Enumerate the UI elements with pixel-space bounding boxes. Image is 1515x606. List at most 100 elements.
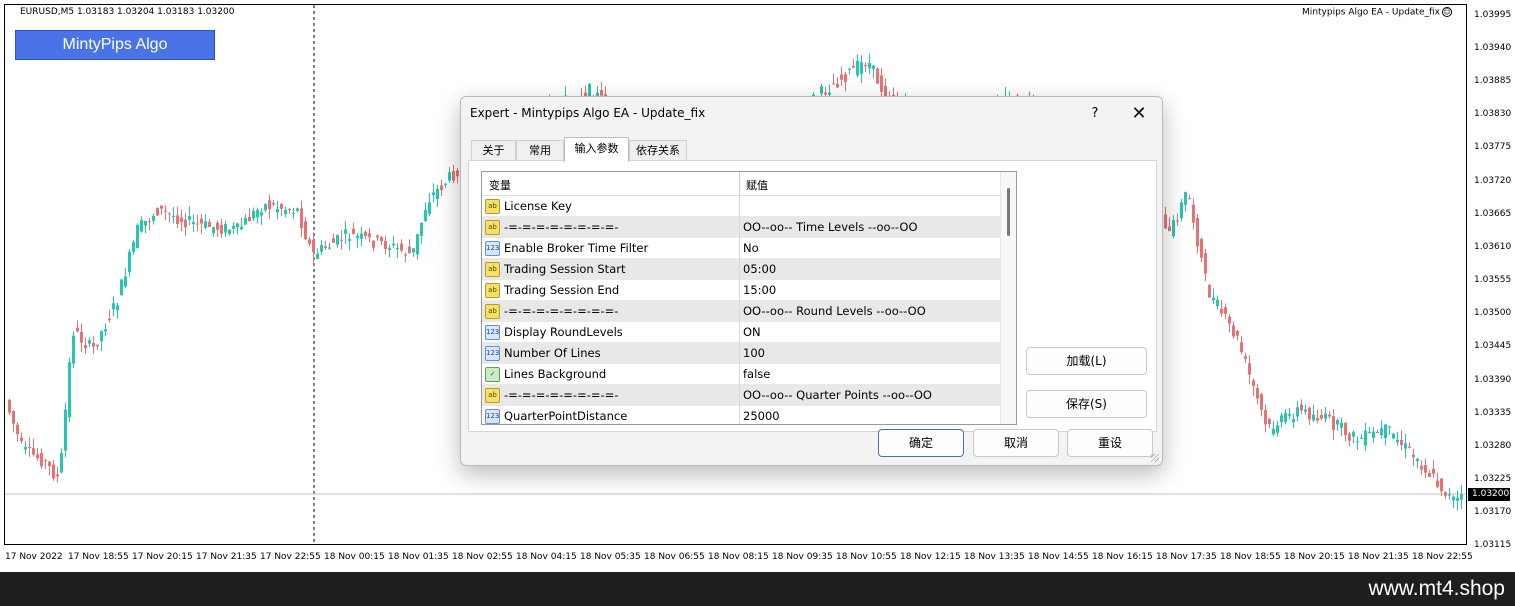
parameter-rows: ab License Key ab -=-=-=-=-=-=-=-=- OO--oo-… — [482, 196, 1000, 424]
ok-button[interactable]: 确定 — [878, 429, 964, 457]
candle-body — [72, 335, 75, 364]
symbol-info: EURUSD,M5 1.03183 1.03204 1.03183 1.0320… — [20, 7, 235, 17]
brand-button[interactable]: MintyPips Algo — [15, 30, 215, 60]
candle-body — [600, 90, 603, 96]
candle-body — [1436, 480, 1439, 487]
parameter-row[interactable]: 123 Number Of Lines 100 — [482, 343, 1000, 364]
parameter-row[interactable]: ✓ Lines Background false — [482, 364, 1000, 385]
candle-body — [1200, 238, 1203, 258]
candle-body — [1176, 220, 1179, 222]
string-type-icon: ab — [485, 388, 500, 403]
candle-body — [208, 221, 211, 227]
candle-body — [136, 224, 139, 249]
parameter-row[interactable]: ab Trading Session Start 05:00 — [482, 259, 1000, 280]
time-tick-label: 18 Nov 20:15 — [1284, 552, 1345, 562]
candle-body — [400, 243, 403, 251]
parameter-row[interactable]: ab -=-=-=-=-=-=-=-=- OO--oo-- Time Levels… — [482, 217, 1000, 238]
parameter-value[interactable]: 25000 — [743, 409, 780, 423]
parameter-value[interactable]: 100 — [743, 346, 765, 360]
candle-body — [120, 279, 123, 296]
time-tick-label: 18 Nov 02:55 — [452, 552, 513, 562]
candle-body — [8, 399, 11, 413]
scrollbar-thumb[interactable] — [1007, 188, 1010, 236]
candle-body — [1180, 202, 1183, 219]
candle-body — [1324, 413, 1327, 419]
candle-body — [256, 209, 259, 218]
candle-body — [1428, 472, 1431, 477]
candle-body — [1236, 331, 1239, 336]
resize-grip-icon[interactable] — [1151, 454, 1159, 462]
save-button[interactable]: 保存(S) — [1026, 390, 1147, 418]
column-separator — [739, 196, 740, 217]
candle-body — [868, 63, 871, 69]
time-tick-label: 18 Nov 18:55 — [1220, 552, 1281, 562]
candle-body — [288, 209, 291, 211]
time-tick-label: 17 Nov 21:35 — [196, 552, 257, 562]
candle-body — [1268, 419, 1271, 424]
candle-body — [324, 246, 327, 248]
parameter-value[interactable]: No — [743, 241, 759, 255]
value-column-header[interactable]: 赋值 — [746, 177, 768, 193]
close-button[interactable]: ✕ — [1126, 101, 1152, 127]
load-button[interactable]: 加载(L) — [1026, 347, 1147, 375]
parameter-row[interactable]: 123 Display RoundLevels ON — [482, 322, 1000, 343]
candle-body — [332, 238, 335, 243]
parameter-row[interactable]: ab License Key — [482, 196, 1000, 217]
parameter-value[interactable]: 15:00 — [743, 283, 776, 297]
time-tick-label: 17 Nov 2022 — [5, 552, 63, 562]
candle-body — [1168, 226, 1171, 232]
candle-body — [340, 239, 343, 241]
parameter-name: Enable Broker Time Filter — [504, 241, 649, 255]
candle-body — [848, 69, 851, 70]
candle-body — [1216, 299, 1219, 307]
parameter-value[interactable]: OO--oo-- Quarter Points --oo--OO — [743, 388, 932, 402]
parameter-value[interactable]: OO--oo-- Time Levels --oo--OO — [743, 220, 918, 234]
candle-body — [380, 237, 383, 242]
candle-body — [1404, 443, 1407, 449]
grid-scrollbar[interactable] — [1000, 172, 1016, 424]
parameter-row[interactable]: 123 Enable Broker Time Filter No — [482, 238, 1000, 259]
candle-body — [1392, 433, 1395, 439]
parameter-value[interactable]: false — [743, 367, 770, 381]
candle-body — [1212, 297, 1215, 301]
parameter-value[interactable]: 05:00 — [743, 262, 776, 276]
candle-body — [336, 235, 339, 245]
time-tick-label: 17 Nov 18:55 — [68, 552, 129, 562]
variable-column-header[interactable]: 变量 — [489, 177, 511, 193]
string-type-icon: ab — [485, 304, 500, 319]
candle-body — [188, 216, 191, 220]
tab-dependencies[interactable]: 依存关系 — [629, 140, 687, 161]
candle-body — [1432, 469, 1435, 474]
cancel-button[interactable]: 取消 — [973, 429, 1059, 457]
parameter-name: License Key — [504, 199, 572, 213]
candle-body — [1192, 204, 1195, 223]
candle-body — [456, 170, 459, 177]
tab-about[interactable]: 关于 — [471, 140, 516, 161]
candle-body — [1340, 422, 1343, 428]
parameter-value[interactable]: ON — [743, 325, 761, 339]
candle-body — [252, 210, 255, 219]
parameter-name: Number Of Lines — [504, 346, 601, 360]
parameter-row[interactable]: ab -=-=-=-=-=-=-=-=- OO--oo-- Quarter Poi… — [482, 385, 1000, 406]
parameter-row[interactable]: 123 QuarterPointDistance 25000 — [482, 406, 1000, 424]
help-button[interactable]: ? — [1083, 103, 1107, 125]
candle-body — [1244, 356, 1247, 359]
reset-button[interactable]: 重设 — [1067, 429, 1153, 457]
candle-body — [196, 223, 199, 225]
candle-body — [308, 239, 311, 244]
inputs-panel: 变量 赋值 ab License Key ab -=-=-=-=-=-=-=-=- O… — [468, 160, 1157, 432]
tab-inputs[interactable]: 输入参数 — [564, 137, 629, 162]
candle-body — [1448, 494, 1451, 496]
parameter-row[interactable]: ab -=-=-=-=-=-=-=-=- OO--oo-- Round Level… — [482, 301, 1000, 322]
price-tick-label: 1.03665 — [1474, 209, 1512, 219]
parameter-value[interactable]: OO--oo-- Round Levels --oo--OO — [743, 304, 926, 318]
candle-body — [1420, 465, 1423, 470]
price-tick-label: 1.03830 — [1474, 109, 1512, 119]
price-tick-label: 1.03940 — [1474, 43, 1512, 53]
candle-body — [836, 83, 839, 88]
parameter-row[interactable]: ab Trading Session End 15:00 — [482, 280, 1000, 301]
candle-body — [1380, 428, 1383, 436]
candle-body — [820, 86, 823, 94]
candle-body — [860, 62, 863, 74]
tab-common[interactable]: 常用 — [516, 140, 564, 161]
